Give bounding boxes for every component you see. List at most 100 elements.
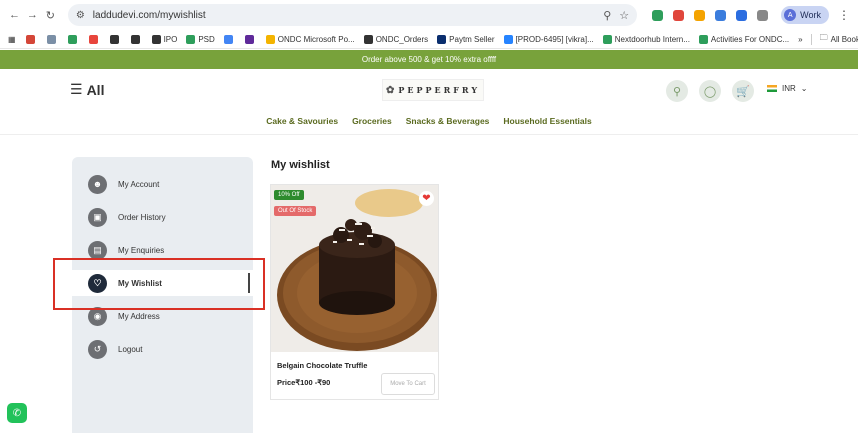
sidebar-item-order-history[interactable]: ▣ Order History [72, 204, 253, 230]
extension-icon[interactable] [694, 9, 706, 21]
promo-text: Order above 500 & get 10% extra offff [361, 55, 497, 64]
divider [810, 33, 812, 45]
star-icon[interactable]: ☆ [619, 9, 629, 22]
back-arrow-icon[interactable]: ← [8, 8, 21, 22]
category-link[interactable]: Household Essentials [503, 116, 591, 130]
url-text[interactable]: laddudevi.com/mywishlist [93, 10, 595, 21]
forward-arrow-icon[interactable]: → [26, 8, 39, 22]
category-link[interactable]: Snacks & Beverages [406, 116, 490, 130]
bookmark-label: ONDC Microsoft Po... [277, 34, 355, 44]
logout-icon: ↺ [88, 339, 107, 359]
bookmark-item[interactable] [244, 34, 257, 44]
bookmark-item[interactable]: IPO [151, 34, 178, 44]
bookmark-favicon-icon [88, 34, 98, 44]
sidebar-item-label: My Account [118, 179, 160, 189]
kebab-menu-icon[interactable]: ⋮ [838, 8, 850, 22]
bookmark-item[interactable] [25, 34, 38, 44]
apps-grid-icon[interactable]: ▦ [8, 35, 16, 44]
category-link[interactable]: Groceries [352, 116, 392, 130]
sidebar-item-label: My Address [118, 311, 160, 321]
bookmark-label: ONDC_Orders [375, 34, 429, 44]
location-icon: ◉ [88, 306, 107, 326]
profile-button[interactable]: A Work [781, 6, 830, 24]
bookmark-label: PSD [198, 34, 215, 44]
profile-label: Work [800, 10, 822, 20]
currency-selector[interactable]: INR ⌄ [767, 84, 807, 93]
site-logo[interactable]: ✿ PEPPERFRY [382, 79, 484, 101]
puzzle-icon[interactable] [757, 9, 769, 21]
move-to-cart-button[interactable]: Move To Cart [381, 373, 435, 395]
bookmarks-more-button[interactable]: » [798, 35, 802, 44]
sidebar-item-my-wishlist[interactable]: ♡ My Wishlist [72, 270, 253, 296]
bookmark-item[interactable]: Nextdoorhub Intern... [602, 34, 690, 44]
bookmark-item[interactable]: Activities For ONDC... [698, 34, 790, 44]
wishlist-product-card[interactable]: 10% Off Out Of Stock ❤ Belgain Chocolate… [270, 184, 439, 400]
sidebar-item-my-account[interactable]: ☻ My Account [72, 171, 253, 197]
bookmark-item[interactable]: ONDC Microsoft Po... [265, 34, 355, 44]
sidebar-item-label: Logout [118, 344, 143, 354]
wishlist-heart-icon[interactable]: ❤ [419, 191, 434, 206]
bookmark-item[interactable] [130, 34, 143, 44]
all-bookmarks-button[interactable]: All Bookmarks [831, 35, 858, 44]
search-icon[interactable]: ⚲ [666, 80, 688, 102]
sidebar-item-my-address[interactable]: ◉ My Address [72, 303, 253, 329]
extensions [647, 9, 773, 21]
active-indicator [248, 273, 250, 293]
sidebar-item-label: My Enquiries [118, 245, 165, 255]
bookmarks-bar: ▦ IPO PSD ONDC Microsoft Po... ONDC_Orders P… [0, 30, 858, 49]
bookmark-favicon-icon [186, 34, 196, 44]
all-categories-menu[interactable]: ☰ All [70, 81, 104, 98]
address-bar[interactable]: ⚙ laddudevi.com/mywishlist ⚲ ☆ [67, 4, 638, 26]
sidebar-item-label: Order History [118, 212, 166, 222]
bookmark-favicon-icon [244, 34, 254, 44]
bookmark-favicon-icon [67, 34, 77, 44]
chevron-down-icon: ⌄ [800, 84, 808, 93]
zoom-icon[interactable]: ⚲ [603, 9, 611, 22]
out-of-stock-badge: Out Of Stock [274, 206, 317, 216]
sidebar-item-label: My Wishlist [118, 278, 162, 288]
bookmark-list: IPO PSD ONDC Microsoft Po... ONDC_Orders Pay… [25, 34, 799, 44]
cart-icon[interactable]: 🛒 [732, 80, 754, 102]
extension-icon[interactable] [673, 9, 685, 21]
bookmark-favicon-icon [109, 34, 119, 44]
bookmark-item[interactable] [223, 34, 236, 44]
category-link[interactable]: Cake & Savouries [266, 116, 338, 130]
bookmark-label: Paytm Seller [449, 34, 495, 44]
product-name[interactable]: Belgain Chocolate Truffle [277, 361, 367, 370]
bookmark-item[interactable] [109, 34, 122, 44]
bookmark-item[interactable] [46, 34, 59, 44]
product-price: Price₹100 -₹90 [277, 378, 331, 387]
calendar-icon: ▣ [88, 207, 107, 227]
bookmark-item[interactable]: ONDC_Orders [363, 34, 429, 44]
sidebar-item-logout[interactable]: ↺ Logout [72, 336, 253, 362]
reload-icon[interactable]: ↻ [44, 8, 57, 22]
header-divider [0, 134, 858, 135]
user-icon[interactable]: ◯ [699, 80, 721, 102]
extension-icon[interactable] [736, 9, 748, 21]
bookmark-item[interactable] [67, 34, 80, 44]
extension-icon[interactable] [715, 9, 727, 21]
bookmark-item[interactable]: Paytm Seller [437, 34, 495, 44]
sidebar-item-my-enquiries[interactable]: ▤ My Enquiries [72, 237, 253, 263]
bookmark-item[interactable] [88, 34, 101, 44]
bookmark-item[interactable]: [PROD-6495] [vikra]... [503, 34, 594, 44]
site-info-icon[interactable]: ⚙ [76, 10, 85, 21]
bookmark-label: [PROD-6495] [vikra]... [515, 34, 594, 44]
bookmark-favicon-icon [25, 34, 35, 44]
account-sidebar: ☻ My Account ▣ Order History ▤ My Enquir… [72, 157, 253, 433]
whatsapp-icon[interactable]: ✆ [7, 403, 27, 423]
site-header: ☰ All ✿ PEPPERFRY ⚲ ◯ 🛒 INR ⌄ [0, 69, 858, 112]
extension-icon[interactable] [652, 9, 664, 21]
promo-banner: Order above 500 & get 10% extra offff [0, 50, 858, 69]
bookmark-favicon-icon [151, 34, 161, 44]
bookmark-item[interactable]: PSD [186, 34, 215, 44]
bookmark-label: IPO [163, 34, 178, 44]
bookmark-favicon-icon [130, 34, 140, 44]
hamburger-icon: ☰ [70, 81, 83, 97]
bookmark-favicon-icon [265, 34, 275, 44]
browser-toolbar: ← → ↻ ⚙ laddudevi.com/mywishlist ⚲ ☆ A W… [0, 0, 858, 30]
currency-label: INR [782, 84, 796, 93]
page-title: My wishlist [271, 159, 330, 171]
product-image[interactable]: 10% Off Out Of Stock ❤ [271, 185, 438, 352]
bookmark-label: Activities For ONDC... [710, 34, 790, 44]
